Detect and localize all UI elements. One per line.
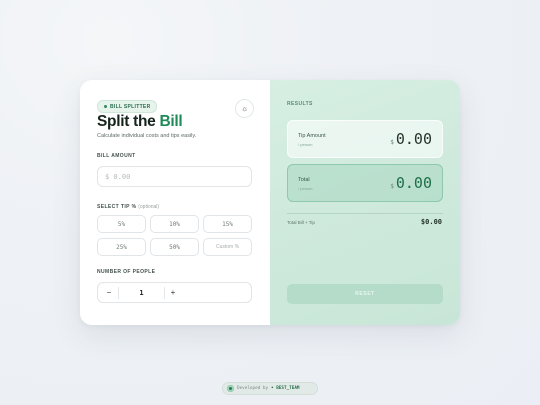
summary-value: $0.00 bbox=[420, 218, 442, 226]
badge-label: BILL SPLITTER bbox=[110, 103, 151, 110]
tip-amount-per-person: / person bbox=[298, 142, 313, 147]
total-currency: $ bbox=[390, 183, 394, 190]
page-title: Split the Bill bbox=[97, 113, 183, 131]
tip-option-5[interactable]: 5% bbox=[97, 215, 146, 233]
tip-option-25[interactable]: 25% bbox=[97, 238, 146, 256]
team-name: • BEST_TEAM bbox=[271, 386, 300, 391]
tip-option-10[interactable]: 10% bbox=[150, 215, 199, 233]
bill-splitter-card: BILL SPLITTER ☼ Split the Bill Calculate… bbox=[80, 80, 460, 325]
increment-button[interactable]: + bbox=[164, 283, 182, 302]
summary-label: Total Bill + Tip bbox=[287, 220, 315, 225]
tip-option-50[interactable]: 50% bbox=[150, 238, 199, 256]
tip-amount-box: Tip Amount / person $ 0.00 bbox=[287, 120, 443, 158]
bill-amount-placeholder: $ 0.00 bbox=[105, 172, 131, 181]
developer-footer[interactable]: Developed by • BEST_TEAM bbox=[222, 382, 318, 395]
total-value: $ 0.00 bbox=[390, 174, 432, 192]
page-subtitle: Calculate individual costs and tips easi… bbox=[97, 133, 197, 139]
theme-toggle-button[interactable]: ☼ bbox=[235, 99, 254, 118]
bill-amount-input[interactable]: $ 0.00 bbox=[97, 166, 252, 187]
results-label: RESULTS bbox=[287, 101, 313, 107]
total-box: Total / person $ 0.00 bbox=[287, 164, 443, 202]
tip-label-text: SELECT TIP % bbox=[97, 204, 137, 210]
tip-currency: $ bbox=[390, 139, 394, 146]
developed-by-text: Developed by bbox=[237, 386, 269, 391]
badge-dot-icon bbox=[104, 105, 107, 108]
results-divider bbox=[287, 213, 443, 214]
sun-icon: ☼ bbox=[240, 104, 249, 113]
tip-option-15[interactable]: 15% bbox=[203, 215, 252, 233]
people-stepper: − 1 + bbox=[97, 282, 252, 303]
decrement-button[interactable]: − bbox=[100, 283, 118, 302]
tip-amount-number: 0.00 bbox=[395, 130, 432, 148]
total-number: 0.00 bbox=[395, 174, 432, 192]
people-count[interactable]: 1 bbox=[119, 283, 164, 302]
team-logo-icon bbox=[227, 385, 234, 392]
bill-amount-label: BILL AMOUNT bbox=[97, 153, 136, 159]
total-per-person: / person bbox=[298, 186, 313, 191]
tip-amount-label: Tip Amount bbox=[298, 133, 326, 139]
tip-label: SELECT TIP % (optional) bbox=[97, 204, 159, 210]
title-accent: Bill bbox=[159, 113, 183, 130]
results-panel: RESULTS Tip Amount / person $ 0.00 Total… bbox=[270, 80, 460, 325]
app-badge: BILL SPLITTER bbox=[97, 100, 158, 113]
reset-button[interactable]: RESET bbox=[287, 284, 443, 304]
tip-amount-value: $ 0.00 bbox=[390, 130, 432, 148]
custom-tip-input[interactable]: Custom % bbox=[203, 238, 252, 256]
title-text: Split the bbox=[97, 113, 156, 130]
total-label: Total bbox=[298, 177, 310, 183]
tip-optional-text: (optional) bbox=[138, 204, 160, 210]
people-label: NUMBER OF PEOPLE bbox=[97, 269, 156, 275]
input-panel: BILL SPLITTER ☼ Split the Bill Calculate… bbox=[80, 80, 270, 325]
